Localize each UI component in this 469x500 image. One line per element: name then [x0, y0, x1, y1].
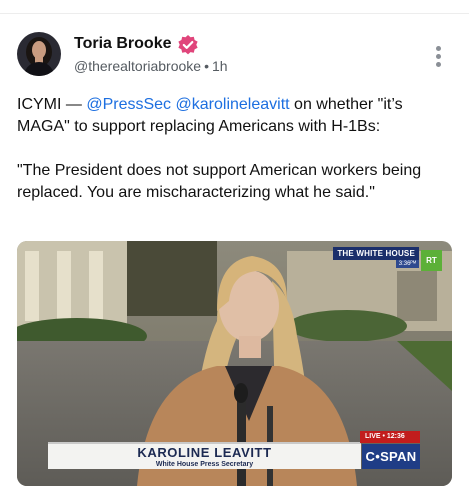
- live-badge: LIVE • 12:36: [360, 431, 420, 443]
- rt-logo: RT: [421, 250, 442, 271]
- post-text-line: ICYMI — @PressSec @karolineleavitt on wh…: [17, 94, 453, 138]
- separator-dot: •: [204, 58, 209, 74]
- text-prefix: ICYMI —: [17, 96, 87, 113]
- channel-bug-label: THE WHITE HOUSE: [333, 247, 419, 260]
- ellipsis-dot: [435, 54, 441, 59]
- post-card: Toria Brooke @therealtoriabrooke • 1h ICYM…: [0, 14, 469, 500]
- post-quote: "The President does not support American…: [17, 162, 422, 201]
- channel-bug-time: 3:36ᴾᴹ: [395, 260, 419, 268]
- mention-karolineleavitt[interactable]: @karolineleavitt: [176, 96, 290, 113]
- mention-presssec[interactable]: @PressSec: [86, 96, 171, 113]
- lower-third-banner: KAROLINE LEAVITT White House Press Secre…: [48, 442, 361, 469]
- ellipsis-dot: [435, 62, 441, 67]
- lower-third-name: KAROLINE LEAVITT: [137, 445, 272, 460]
- vertical-ellipsis-icon: [435, 46, 441, 51]
- avatar-photo: [17, 32, 61, 76]
- more-options-button[interactable]: [426, 44, 450, 72]
- post-timestamp[interactable]: 1h: [212, 58, 228, 74]
- network-logo: C•SPAN: [362, 444, 420, 469]
- lower-third-title: White House Press Secretary: [155, 461, 254, 468]
- verified-badge-icon: [177, 34, 199, 56]
- author-avatar[interactable]: [17, 32, 61, 76]
- top-divider: [0, 0, 469, 14]
- author-display-name[interactable]: Toria Brooke: [74, 35, 172, 53]
- post-text: ICYMI — @PressSec @karolineleavitt on wh…: [17, 94, 453, 226]
- author-handle-line: @therealtoriabrooke • 1h: [74, 58, 228, 74]
- video-thumbnail[interactable]: THE WHITE HOUSE 3:36ᴾᴹ RT KAROLINE LEAVI…: [17, 241, 452, 486]
- author-handle[interactable]: @therealtoriabrooke: [74, 58, 201, 74]
